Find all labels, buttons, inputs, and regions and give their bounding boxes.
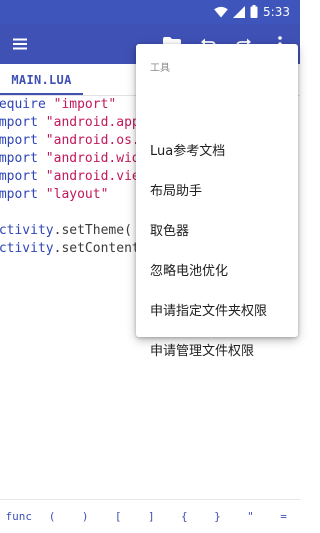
- code-string: "layout": [45, 187, 109, 202]
- symbol-key[interactable]: {: [168, 502, 201, 532]
- status-time: 5:33: [263, 5, 290, 19]
- tab-main-lua[interactable]: MAIN.LUA: [0, 64, 83, 96]
- code-line: activity.setTheme(: [0, 222, 132, 240]
- symbol-bar: func()[]{} " =: [0, 499, 300, 533]
- code-line: require "import": [0, 96, 116, 114]
- menu-item[interactable]: 申请管理文件权限: [136, 329, 298, 369]
- menu-item[interactable]: Lua参考文档: [136, 129, 298, 169]
- code-line: import "android.os.*": [0, 132, 155, 150]
- wifi-icon: [214, 3, 228, 22]
- tab-indicator: [0, 93, 83, 95]
- menu-item[interactable]: 布局助手: [136, 169, 298, 209]
- menu-item[interactable]: 忽略电池优化: [136, 249, 298, 289]
- code-keyword: import: [0, 151, 38, 166]
- code-keyword: import: [0, 169, 38, 184]
- symbol-key[interactable]: func: [2, 502, 36, 532]
- overflow-menu: 工具 Lua参考文档 布局助手 取色器 忽略电池优化 申请指定文件夹权限 申请管理文件权限: [136, 44, 298, 359]
- menu-item[interactable]: 申请指定文件夹权限: [136, 289, 298, 329]
- symbol-key[interactable]: (: [36, 502, 69, 532]
- code-string: "import": [53, 97, 117, 112]
- menu-header: 工具: [150, 63, 170, 74]
- code-text: .setTheme(: [53, 223, 132, 238]
- symbol-key[interactable]: }: [201, 502, 234, 532]
- code-keyword: require: [0, 97, 46, 112]
- battery-icon: [250, 3, 258, 22]
- hamburger-menu-icon[interactable]: [8, 32, 32, 56]
- symbol-key[interactable]: ): [69, 502, 102, 532]
- status-bar: 5:33: [0, 0, 300, 24]
- status-icons: 5:33: [214, 4, 290, 20]
- menu-item[interactable]: 取色器: [136, 209, 298, 249]
- code-keyword: import: [0, 133, 38, 148]
- code-keyword: activity: [0, 241, 54, 256]
- code-keyword: import: [0, 115, 38, 130]
- symbol-key[interactable]: =: [267, 502, 300, 532]
- code-keyword: import: [0, 187, 38, 202]
- symbol-key[interactable]: ": [234, 502, 267, 532]
- symbol-key[interactable]: ]: [135, 502, 168, 532]
- signal-icon: [233, 3, 246, 22]
- code-keyword: activity: [0, 223, 54, 238]
- tab-label: MAIN.LUA: [11, 73, 72, 87]
- code-line: import "layout": [0, 186, 108, 204]
- symbol-key[interactable]: [: [102, 502, 135, 532]
